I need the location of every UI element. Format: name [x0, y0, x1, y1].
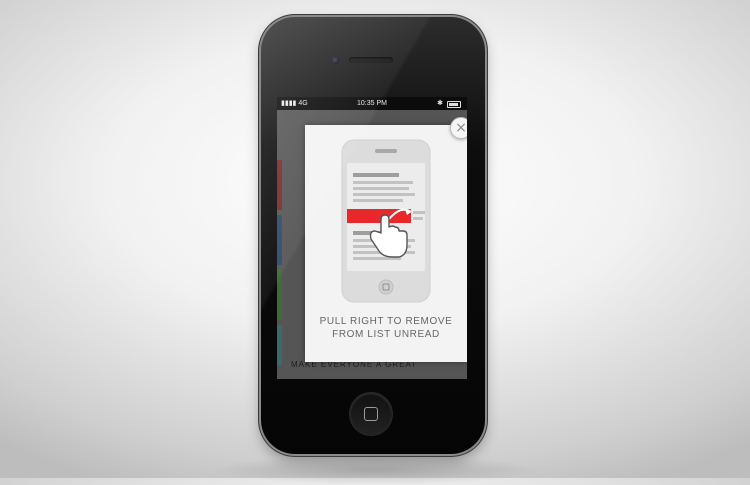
- iphone-device: ▮▮▮▮ 4G 10:35 PM ✱ MAKE EVERYONE A GREAT: [261, 17, 485, 454]
- device-screen: ▮▮▮▮ 4G 10:35 PM ✱ MAKE EVERYONE A GREAT: [277, 97, 467, 379]
- onboarding-tip-card: PULL RIGHT TO REMOVE FROM LIST UNREAD: [305, 125, 467, 362]
- battery-icon: [447, 101, 461, 108]
- swipe-illustration: [341, 139, 431, 303]
- category-stripe: [277, 325, 282, 365]
- close-icon: ×: [455, 120, 467, 136]
- status-bar: ▮▮▮▮ 4G 10:35 PM ✱: [277, 97, 467, 110]
- category-stripe: [277, 270, 282, 320]
- front-camera: [332, 57, 339, 64]
- category-stripe: [277, 215, 282, 265]
- tip-line-1: PULL RIGHT TO REMOVE: [319, 316, 453, 327]
- floor-shadow: [210, 455, 540, 485]
- home-button-icon: [364, 407, 378, 421]
- tip-text: PULL RIGHT TO REMOVE FROM LIST UNREAD: [305, 315, 467, 341]
- home-button[interactable]: [350, 393, 392, 435]
- tip-line-2: FROM LIST UNREAD: [332, 329, 440, 340]
- earpiece-speaker: [349, 57, 393, 63]
- close-button[interactable]: ×: [450, 117, 467, 139]
- bluetooth-icon: ✱: [437, 100, 443, 107]
- category-stripe: [277, 160, 282, 210]
